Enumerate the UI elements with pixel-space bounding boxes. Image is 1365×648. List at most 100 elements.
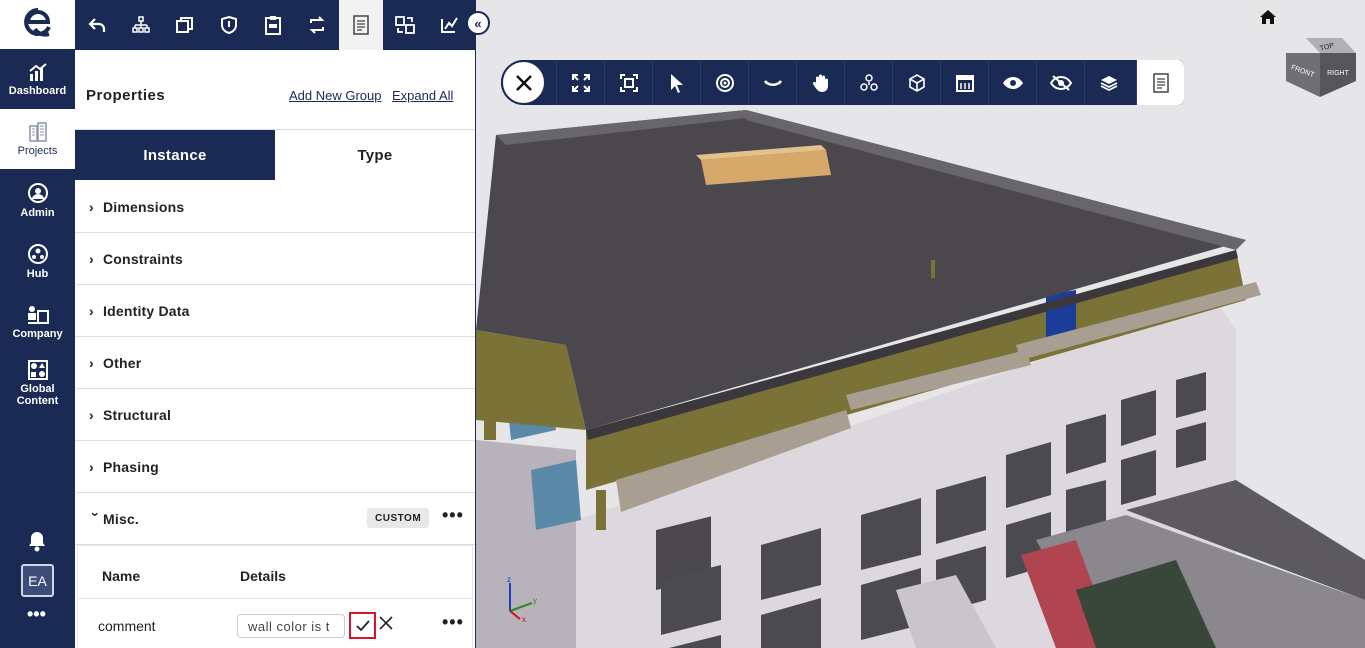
axis-x-label: x [522, 615, 526, 623]
panel-toolbar [75, 0, 476, 50]
look-button[interactable] [748, 60, 796, 105]
chevron-down-icon: › [88, 511, 104, 517]
close-viewer-button[interactable] [501, 60, 546, 105]
chevron-right-icon: › [89, 458, 94, 475]
hierarchy-button[interactable] [119, 0, 163, 50]
tab-type[interactable]: Type [275, 130, 475, 180]
property-value-input[interactable] [237, 614, 345, 638]
copy-button[interactable] [163, 0, 207, 50]
orbit-button[interactable] [700, 60, 748, 105]
chevron-right-icon: › [89, 406, 94, 423]
nav-projects[interactable]: Projects [0, 109, 75, 169]
row-more-icon[interactable]: ••• [442, 612, 464, 633]
copy-icon [176, 17, 193, 33]
orbit-icon [715, 73, 734, 92]
layers-button[interactable] [1084, 60, 1132, 105]
fullscreen-icon [571, 73, 590, 92]
fullscreen-button[interactable] [556, 60, 604, 105]
properties-view-button[interactable] [1136, 60, 1184, 105]
nav-dashboard[interactable]: Dashboard [0, 49, 75, 109]
pointer-icon [670, 73, 683, 93]
rfi-button[interactable] [251, 0, 295, 50]
hierarchy-icon [132, 16, 150, 33]
group-label: Identity Data [103, 302, 190, 319]
group-other[interactable]: › Other [75, 337, 475, 389]
home-icon[interactable] [1259, 9, 1277, 25]
axis-z-label: z [507, 575, 511, 584]
nav-more-icon[interactable]: ••• [27, 604, 46, 625]
group-label: Misc. [103, 510, 140, 527]
chevron-right-icon: › [89, 198, 94, 215]
cancel-button[interactable] [379, 614, 393, 635]
admin-icon [27, 182, 48, 203]
nav-admin[interactable]: Admin [0, 170, 75, 230]
confirm-button[interactable] [349, 612, 376, 639]
layers-icon [1100, 75, 1117, 91]
page-title: Properties [86, 87, 166, 104]
axis-y-label: y [533, 596, 537, 605]
nav-global-content[interactable]: Global Content [0, 352, 75, 414]
select-button[interactable] [652, 60, 700, 105]
properties-button[interactable] [339, 0, 383, 50]
nav-label: Company [12, 327, 63, 340]
misc-properties-table: Name Details comment ••• [77, 545, 474, 648]
main-nav: Dashboard Projects Admin Hub Company Glo… [0, 0, 75, 648]
cube-button[interactable] [892, 60, 940, 105]
properties-panel: Properties Add New Group Expand All Inst… [75, 0, 476, 648]
viewer-toolbar [501, 60, 1184, 105]
nav-hub[interactable]: Hub [0, 231, 75, 291]
nav-label: Global Content [16, 382, 59, 407]
building-icon [28, 121, 47, 142]
fit-view-button[interactable] [604, 60, 652, 105]
group-phasing[interactable]: › Phasing [75, 441, 475, 493]
user-avatar[interactable]: EA [21, 564, 54, 597]
instance-type-tabs: Instance Type [75, 130, 475, 180]
hide-button[interactable] [1036, 60, 1084, 105]
model-viewer[interactable]: TOP FRONT RIGHT z y x [476, 0, 1365, 648]
check-icon [355, 619, 370, 631]
section-button[interactable] [940, 60, 988, 105]
app-logo[interactable] [0, 0, 75, 49]
view-cube[interactable]: TOP FRONT RIGHT [1284, 35, 1364, 100]
nav-company[interactable]: Company [0, 292, 75, 352]
close-icon [515, 74, 532, 91]
clipboard-icon [265, 16, 281, 35]
explode-button[interactable] [844, 60, 892, 105]
pan-button[interactable] [796, 60, 844, 105]
document-icon [353, 15, 369, 35]
hub-icon [27, 243, 48, 264]
cube-icon [908, 73, 925, 92]
shield-button[interactable] [207, 0, 251, 50]
eye-off-icon [1049, 74, 1072, 91]
compare-button[interactable] [383, 0, 427, 50]
group-structural[interactable]: › Structural [75, 389, 475, 441]
group-dimensions[interactable]: › Dimensions [75, 181, 475, 233]
tab-instance[interactable]: Instance [75, 130, 275, 180]
properties-header: Properties Add New Group Expand All [75, 50, 475, 130]
nav-label: Hub [26, 267, 49, 280]
column-header-name: Name [102, 568, 141, 584]
company-icon [27, 305, 49, 324]
group-label: Structural [103, 406, 172, 423]
column-header-details: Details [240, 568, 286, 584]
group-identity-data[interactable]: › Identity Data [75, 285, 475, 337]
look-icon [763, 79, 782, 86]
expand-all-link[interactable]: Expand All [392, 88, 453, 103]
group-constraints[interactable]: › Constraints [75, 233, 475, 285]
chevron-right-icon: › [89, 250, 94, 267]
fit-view-icon [619, 73, 638, 92]
close-icon [379, 616, 393, 630]
shapes-icon [27, 359, 48, 380]
compare-icon [395, 16, 415, 34]
collapse-panel-button[interactable]: « [466, 11, 490, 35]
misc-more-icon[interactable]: ••• [442, 505, 464, 526]
cube-right-label: RIGHT [1327, 70, 1350, 77]
markup-button[interactable] [427, 0, 471, 50]
show-button[interactable] [988, 60, 1036, 105]
bell-icon[interactable] [27, 530, 47, 552]
table-row: comment ••• [78, 598, 474, 648]
back-button[interactable] [75, 0, 119, 50]
add-new-group-link[interactable]: Add New Group [289, 88, 382, 103]
eye-icon [1002, 76, 1023, 89]
sync-button[interactable] [295, 0, 339, 50]
